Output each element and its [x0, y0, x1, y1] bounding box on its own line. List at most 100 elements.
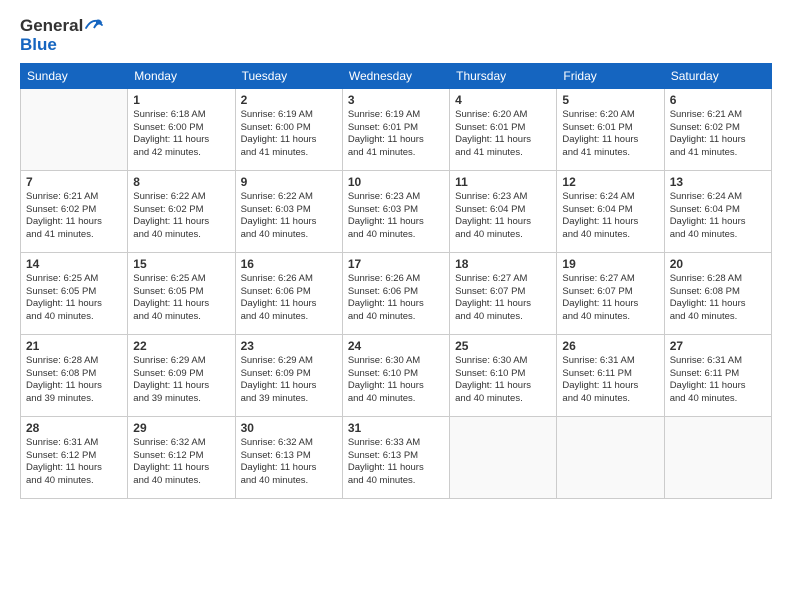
day-info: Sunrise: 6:31 AM Sunset: 6:11 PM Dayligh…	[670, 355, 766, 406]
day-number: 30	[241, 421, 337, 435]
day-info: Sunrise: 6:26 AM Sunset: 6:06 PM Dayligh…	[348, 273, 444, 324]
week-row-2: 14 Sunrise: 6:25 AM Sunset: 6:05 PM Dayli…	[21, 252, 772, 334]
day-cell: 12Sunrise: 6:24 AM Sunset: 6:04 PM Dayli…	[557, 170, 664, 252]
day-cell	[664, 416, 771, 498]
day-info: Sunrise: 6:27 AM Sunset: 6:07 PM Dayligh…	[562, 273, 658, 324]
day-info: Sunrise: 6:26 AM Sunset: 6:06 PM Dayligh…	[241, 273, 337, 324]
day-info: Sunrise: 6:22 AM Sunset: 6:03 PM Dayligh…	[241, 191, 337, 242]
day-cell: 2 Sunrise: 6:19 AM Sunset: 6:00 PM Daylig…	[235, 88, 342, 170]
day-cell	[450, 416, 557, 498]
day-number: 9	[241, 175, 337, 189]
day-info: Sunrise: 6:31 AM Sunset: 6:12 PM Dayligh…	[26, 437, 122, 488]
day-number: 11	[455, 175, 551, 189]
logo-blue-text: Blue	[20, 36, 57, 55]
logo: General Blue	[20, 16, 104, 55]
day-cell: 22 Sunrise: 6:29 AM Sunset: 6:09 PM Dayli…	[128, 334, 235, 416]
day-number: 1	[133, 93, 229, 107]
day-info: Sunrise: 6:29 AM Sunset: 6:09 PM Dayligh…	[133, 355, 229, 406]
day-number: 13	[670, 175, 766, 189]
day-cell: 13 Sunrise: 6:24 AM Sunset: 6:04 PM Dayli…	[664, 170, 771, 252]
day-info: Sunrise: 6:24 AM Sunset: 6:04 PM Dayligh…	[670, 191, 766, 242]
week-row-4: 28Sunrise: 6:31 AM Sunset: 6:12 PM Dayli…	[21, 416, 772, 498]
day-cell: 5 Sunrise: 6:20 AM Sunset: 6:01 PM Daylig…	[557, 88, 664, 170]
day-cell: 19 Sunrise: 6:27 AM Sunset: 6:07 PM Dayli…	[557, 252, 664, 334]
day-info: Sunrise: 6:25 AM Sunset: 6:05 PM Dayligh…	[26, 273, 122, 324]
day-cell: 7Sunrise: 6:21 AM Sunset: 6:02 PM Daylig…	[21, 170, 128, 252]
column-header-saturday: Saturday	[664, 63, 771, 88]
day-info: Sunrise: 6:28 AM Sunset: 6:08 PM Dayligh…	[670, 273, 766, 324]
day-cell: 20 Sunrise: 6:28 AM Sunset: 6:08 PM Dayli…	[664, 252, 771, 334]
day-number: 19	[562, 257, 658, 271]
day-cell: 18 Sunrise: 6:27 AM Sunset: 6:07 PM Dayli…	[450, 252, 557, 334]
day-info: Sunrise: 6:20 AM Sunset: 6:01 PM Dayligh…	[562, 109, 658, 160]
day-cell: 4 Sunrise: 6:20 AM Sunset: 6:01 PM Daylig…	[450, 88, 557, 170]
day-cell: 6 Sunrise: 6:21 AM Sunset: 6:02 PM Daylig…	[664, 88, 771, 170]
day-number: 5	[562, 93, 658, 107]
day-number: 3	[348, 93, 444, 107]
day-cell: 8 Sunrise: 6:22 AM Sunset: 6:02 PM Daylig…	[128, 170, 235, 252]
day-info: Sunrise: 6:21 AM Sunset: 6:02 PM Dayligh…	[670, 109, 766, 160]
day-cell: 9 Sunrise: 6:22 AM Sunset: 6:03 PM Daylig…	[235, 170, 342, 252]
day-cell: 28Sunrise: 6:31 AM Sunset: 6:12 PM Dayli…	[21, 416, 128, 498]
day-number: 7	[26, 175, 122, 189]
day-info: Sunrise: 6:27 AM Sunset: 6:07 PM Dayligh…	[455, 273, 551, 324]
day-info: Sunrise: 6:25 AM Sunset: 6:05 PM Dayligh…	[133, 273, 229, 324]
day-info: Sunrise: 6:19 AM Sunset: 6:00 PM Dayligh…	[241, 109, 337, 160]
day-number: 6	[670, 93, 766, 107]
logo-arrow-icon	[84, 16, 104, 36]
day-number: 21	[26, 339, 122, 353]
day-cell: 17 Sunrise: 6:26 AM Sunset: 6:06 PM Dayli…	[342, 252, 449, 334]
day-number: 23	[241, 339, 337, 353]
day-cell: 15 Sunrise: 6:25 AM Sunset: 6:05 PM Dayli…	[128, 252, 235, 334]
day-number: 27	[670, 339, 766, 353]
calendar-table: SundayMondayTuesdayWednesdayThursdayFrid…	[20, 63, 772, 499]
day-info: Sunrise: 6:23 AM Sunset: 6:03 PM Dayligh…	[348, 191, 444, 242]
day-info: Sunrise: 6:30 AM Sunset: 6:10 PM Dayligh…	[455, 355, 551, 406]
day-cell: 23 Sunrise: 6:29 AM Sunset: 6:09 PM Dayli…	[235, 334, 342, 416]
day-info: Sunrise: 6:30 AM Sunset: 6:10 PM Dayligh…	[348, 355, 444, 406]
day-cell: 16Sunrise: 6:26 AM Sunset: 6:06 PM Dayli…	[235, 252, 342, 334]
day-number: 8	[133, 175, 229, 189]
column-header-friday: Friday	[557, 63, 664, 88]
day-info: Sunrise: 6:33 AM Sunset: 6:13 PM Dayligh…	[348, 437, 444, 488]
day-number: 31	[348, 421, 444, 435]
day-info: Sunrise: 6:31 AM Sunset: 6:11 PM Dayligh…	[562, 355, 658, 406]
day-number: 4	[455, 93, 551, 107]
day-number: 15	[133, 257, 229, 271]
day-info: Sunrise: 6:32 AM Sunset: 6:13 PM Dayligh…	[241, 437, 337, 488]
header: General Blue	[20, 16, 772, 55]
day-number: 26	[562, 339, 658, 353]
week-row-3: 21 Sunrise: 6:28 AM Sunset: 6:08 PM Dayli…	[21, 334, 772, 416]
day-cell: 27 Sunrise: 6:31 AM Sunset: 6:11 PM Dayli…	[664, 334, 771, 416]
day-number: 22	[133, 339, 229, 353]
column-header-thursday: Thursday	[450, 63, 557, 88]
day-number: 20	[670, 257, 766, 271]
day-cell: 3 Sunrise: 6:19 AM Sunset: 6:01 PM Daylig…	[342, 88, 449, 170]
day-cell: 29 Sunrise: 6:32 AM Sunset: 6:12 PM Dayli…	[128, 416, 235, 498]
day-cell	[557, 416, 664, 498]
column-header-tuesday: Tuesday	[235, 63, 342, 88]
week-row-0: 1Sunrise: 6:18 AM Sunset: 6:00 PM Daylig…	[21, 88, 772, 170]
calendar-page: General Blue SundayMondayTuesdayWednesda…	[0, 0, 792, 612]
day-info: Sunrise: 6:19 AM Sunset: 6:01 PM Dayligh…	[348, 109, 444, 160]
day-cell: 31 Sunrise: 6:33 AM Sunset: 6:13 PM Dayli…	[342, 416, 449, 498]
day-cell: 25Sunrise: 6:30 AM Sunset: 6:10 PM Dayli…	[450, 334, 557, 416]
day-info: Sunrise: 6:23 AM Sunset: 6:04 PM Dayligh…	[455, 191, 551, 242]
day-info: Sunrise: 6:32 AM Sunset: 6:12 PM Dayligh…	[133, 437, 229, 488]
day-number: 18	[455, 257, 551, 271]
day-cell: 21 Sunrise: 6:28 AM Sunset: 6:08 PM Dayli…	[21, 334, 128, 416]
day-number: 29	[133, 421, 229, 435]
day-cell: 1Sunrise: 6:18 AM Sunset: 6:00 PM Daylig…	[128, 88, 235, 170]
day-info: Sunrise: 6:28 AM Sunset: 6:08 PM Dayligh…	[26, 355, 122, 406]
day-number: 2	[241, 93, 337, 107]
day-info: Sunrise: 6:22 AM Sunset: 6:02 PM Dayligh…	[133, 191, 229, 242]
column-header-monday: Monday	[128, 63, 235, 88]
day-number: 17	[348, 257, 444, 271]
day-info: Sunrise: 6:20 AM Sunset: 6:01 PM Dayligh…	[455, 109, 551, 160]
day-number: 14	[26, 257, 122, 271]
column-header-wednesday: Wednesday	[342, 63, 449, 88]
day-cell: 26 Sunrise: 6:31 AM Sunset: 6:11 PM Dayli…	[557, 334, 664, 416]
day-number: 12	[562, 175, 658, 189]
day-info: Sunrise: 6:29 AM Sunset: 6:09 PM Dayligh…	[241, 355, 337, 406]
week-row-1: 7Sunrise: 6:21 AM Sunset: 6:02 PM Daylig…	[21, 170, 772, 252]
